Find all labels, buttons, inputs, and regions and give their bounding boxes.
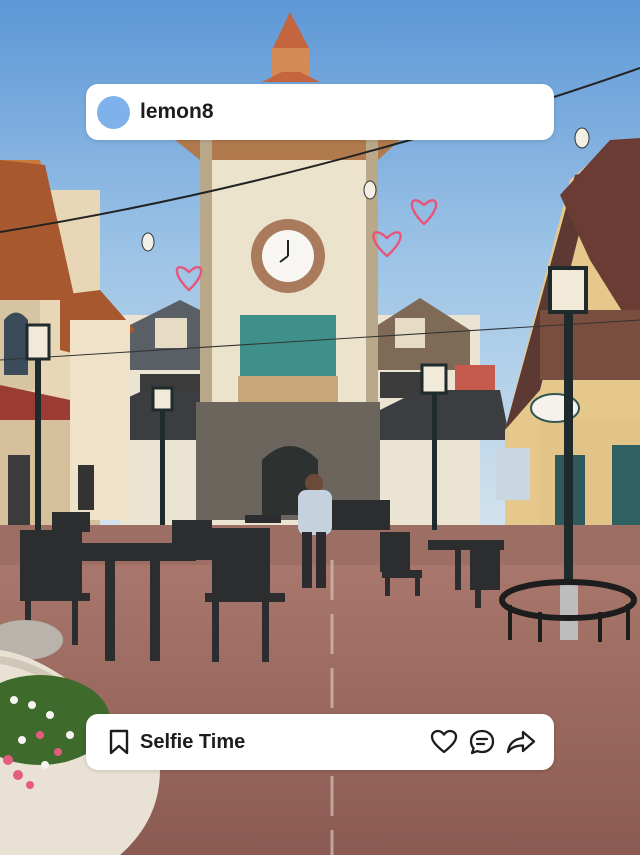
bookmark-icon[interactable]: [108, 729, 130, 755]
post-header-card: lemon8: [86, 84, 554, 140]
share-icon[interactable]: [506, 729, 536, 755]
heart-icon[interactable]: [430, 729, 458, 755]
app-name[interactable]: lemon8: [140, 100, 214, 124]
post-footer-card: Selfie Time: [86, 714, 554, 770]
comment-icon[interactable]: [468, 728, 496, 756]
post-caption: Selfie Time: [140, 730, 246, 753]
post-actions: [430, 728, 536, 756]
user-avatar[interactable]: [97, 95, 130, 129]
